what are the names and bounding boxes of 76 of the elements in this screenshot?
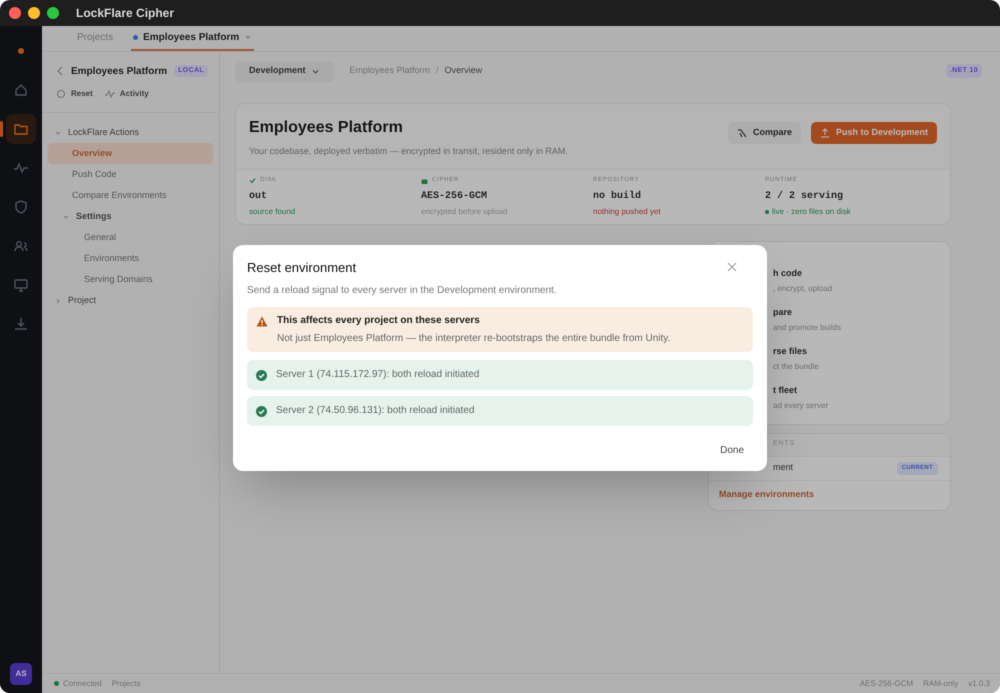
stat-value: no build xyxy=(593,190,642,204)
environment-name[interactable]: ment xyxy=(773,461,897,475)
download-icon xyxy=(13,316,29,332)
status-item: v1.0.3 xyxy=(968,678,990,690)
sidebar-action[interactable]: Activity xyxy=(104,88,149,100)
action-title[interactable]: t fleet xyxy=(773,384,950,398)
tree-item[interactable]: Serving Domains xyxy=(48,269,213,290)
activity-icon xyxy=(104,89,115,99)
breadcrumb-item[interactable]: Overview xyxy=(444,64,482,78)
tree-item[interactable]: Environments xyxy=(48,248,213,269)
stat-note: source found xyxy=(249,206,296,218)
stat-note: encrypted before upload xyxy=(421,206,508,218)
status-item: Projects xyxy=(112,678,141,690)
sidebar-action[interactable]: Reset xyxy=(56,88,93,100)
upload-icon xyxy=(820,128,830,138)
project-title: Employees Platform xyxy=(71,64,168,78)
stat-value: 2 / 2 serving xyxy=(765,190,844,204)
user-avatar[interactable]: AS xyxy=(10,663,32,685)
compare-icon xyxy=(736,128,747,138)
project-tab[interactable]: Employees Platform xyxy=(131,25,254,51)
action-description: , encrypt, upload xyxy=(773,283,834,296)
breadcrumb-separator: / xyxy=(436,64,439,78)
monitor-icon xyxy=(13,277,29,293)
tree-section[interactable]: LockFlare Actions xyxy=(68,126,140,140)
action-title[interactable]: h code xyxy=(773,266,950,280)
tree-section[interactable]: Settings xyxy=(76,210,112,224)
warning-icon xyxy=(256,316,268,326)
maximize-window-button[interactable] xyxy=(47,7,59,19)
warning-text: Not just Employees Platform — the interpreter re-bootstraps the entire bundle from Unity. xyxy=(277,332,670,346)
users-icon xyxy=(13,238,29,254)
status-item: RAM-only xyxy=(923,678,958,690)
chevron-down-icon xyxy=(244,33,252,41)
tree-section[interactable]: Project xyxy=(68,294,96,308)
stat-value: AES-256-GCM xyxy=(421,190,488,204)
close-window-button[interactable] xyxy=(9,7,21,19)
action-description: and promote builds xyxy=(773,322,842,334)
action-title[interactable]: pare xyxy=(773,306,950,320)
close-glyph-icon xyxy=(727,262,737,272)
status-item: AES-256-GCM xyxy=(860,678,914,690)
result-text: Server 2 (74.50.96.131): both reload initiated xyxy=(276,404,474,418)
check-icon xyxy=(249,177,256,184)
stat-note: nothing pushed yet xyxy=(593,206,661,218)
page-title: Employees Platform xyxy=(249,118,404,138)
activity-icon xyxy=(13,160,29,176)
window-title: LockFlare Cipher xyxy=(76,5,174,22)
action-title[interactable]: rse files xyxy=(773,344,950,358)
warning-title: This affects every project on these servers xyxy=(277,314,481,328)
chevron-down-icon[interactable] xyxy=(54,128,62,136)
page-subtitle: Your codebase, deployed verbatim — encrypted in transit, resident only in RAM. xyxy=(249,145,569,158)
reset-icon xyxy=(56,89,66,99)
tree-item[interactable]: Compare Environments xyxy=(48,185,213,206)
home-icon xyxy=(13,82,29,98)
chevron-right-icon[interactable] xyxy=(54,296,62,304)
rail-button[interactable] xyxy=(6,114,36,144)
compare-button[interactable]: Compare xyxy=(728,122,801,144)
connection-status: Connected xyxy=(63,678,102,690)
tree-item[interactable]: Push Code xyxy=(48,164,213,185)
push-button[interactable]: Push to Development xyxy=(810,122,937,144)
close-icon[interactable] xyxy=(725,260,739,274)
result-text: Server 1 (74.115.172.97): both reload initiated xyxy=(276,368,480,382)
check-circle-icon xyxy=(256,370,267,381)
active-indicator xyxy=(0,121,3,137)
stat-value: out xyxy=(249,190,268,204)
action-description: ct the bundle xyxy=(773,361,820,374)
shield-icon xyxy=(13,199,29,215)
manage-environments-link[interactable]: Manage environments xyxy=(719,488,814,502)
chevron-down-icon[interactable] xyxy=(62,212,70,220)
action-description: ad every server xyxy=(773,400,830,412)
check-circle-icon xyxy=(256,406,267,417)
stat-note: live · zero files on disk xyxy=(772,206,851,218)
environment-dropdown[interactable]: Development xyxy=(235,60,334,82)
back-icon[interactable] xyxy=(56,66,64,76)
tree-item[interactable]: General xyxy=(48,227,213,248)
dialog-description: Send a reload signal to every server in the Development environment. xyxy=(247,284,558,298)
minimize-window-button[interactable] xyxy=(28,7,40,19)
dialog-title: Reset environment xyxy=(247,259,358,277)
